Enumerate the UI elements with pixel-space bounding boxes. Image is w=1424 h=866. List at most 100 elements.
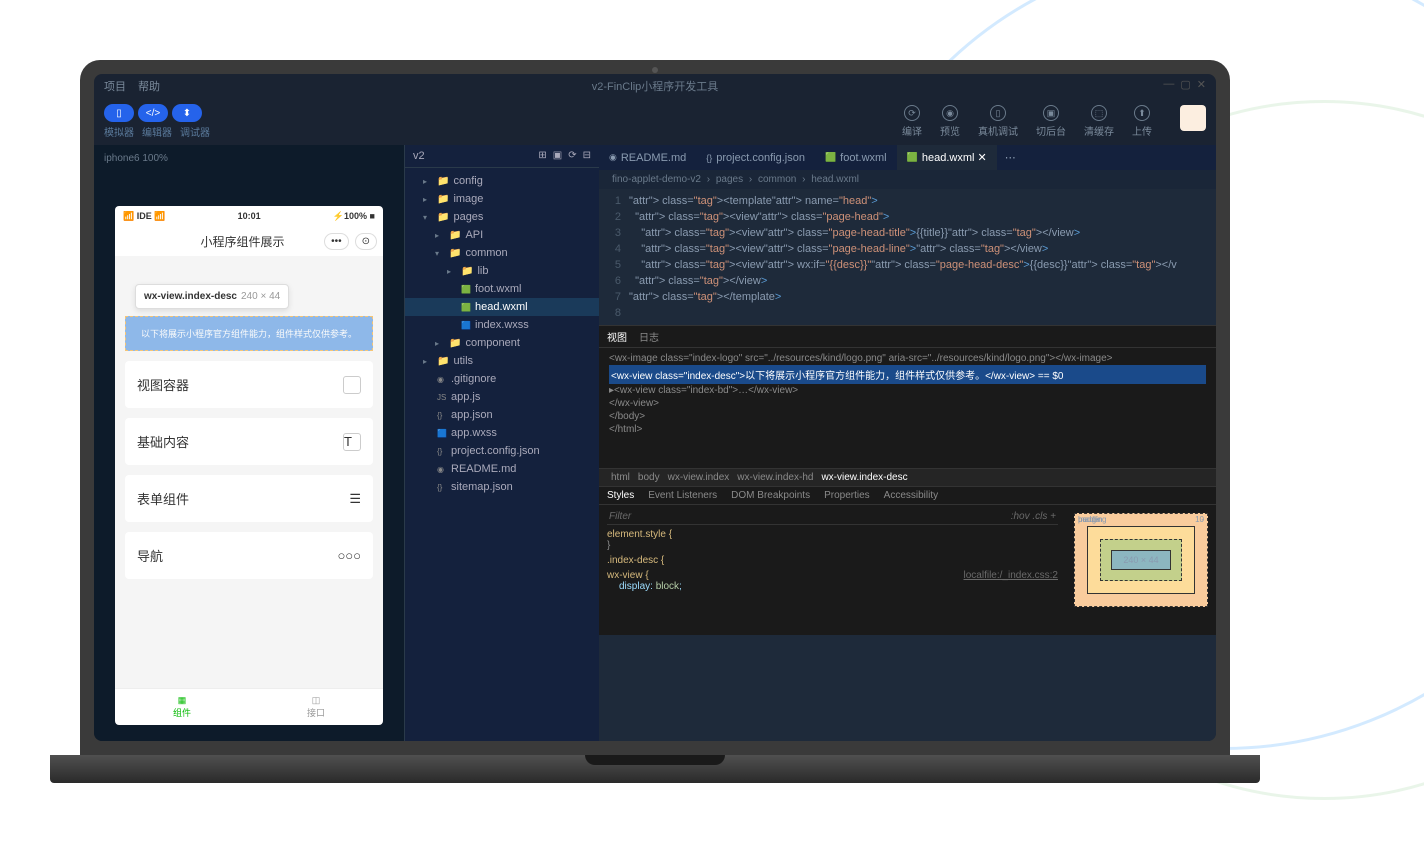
file-item[interactable]: 🟦app.wxss bbox=[405, 424, 599, 442]
element-node[interactable]: <wx-view class="index-desc">以下将展示小程序官方组件… bbox=[609, 365, 1206, 384]
folder-icon: 📁 bbox=[449, 230, 461, 241]
editor-tab[interactable]: 🟩 head.wxml ✕ bbox=[897, 145, 997, 170]
pill-label: 模拟器 bbox=[104, 124, 134, 139]
simulator-header: iphone6 100% bbox=[100, 151, 398, 166]
highlighted-element[interactable]: 以下将展示小程序官方组件能力，组件样式仅供参考。 bbox=[125, 316, 373, 351]
style-tab[interactable]: DOM Breakpoints bbox=[731, 490, 810, 501]
debugger-pill[interactable]: ⬍ bbox=[172, 104, 202, 122]
file-icon: 🟦 bbox=[437, 429, 447, 438]
menu-close-icon[interactable]: ⊙ bbox=[355, 233, 377, 250]
file-explorer: v2 ⊞ ▣ ⟳ ⊟ ▸📁config▸📁image▾📁pages▸📁API▾📁… bbox=[404, 145, 599, 741]
devtools-tab[interactable]: 视图 bbox=[607, 329, 627, 344]
style-tab[interactable]: Properties bbox=[824, 490, 870, 501]
toolbar-actions: ⟳编译 ◉预览 ▯真机调试 ▣切后台 ⬚清缓存 ⬆上传 bbox=[902, 105, 1206, 138]
editor-tab[interactable]: 🟩 foot.wxml bbox=[815, 145, 897, 170]
avatar-icon[interactable] bbox=[1180, 105, 1206, 131]
element-node[interactable]: </wx-view> bbox=[609, 397, 1206, 410]
folder-item[interactable]: ▸📁config bbox=[405, 172, 599, 190]
folder-icon: 📁 bbox=[437, 194, 449, 205]
folder-icon: 📁 bbox=[449, 338, 461, 349]
element-node[interactable]: <wx-image class="index-logo" src="../res… bbox=[609, 352, 1206, 365]
new-folder-icon[interactable]: ▣ bbox=[553, 150, 562, 162]
folder-item[interactable]: ▸📁image bbox=[405, 190, 599, 208]
window-title: v2-FinClip小程序开发工具 bbox=[592, 78, 719, 94]
style-tab[interactable]: Accessibility bbox=[884, 490, 938, 501]
box-model: margin10 border- padding- 240 × 44 bbox=[1066, 505, 1216, 635]
menu-project[interactable]: 项目 bbox=[104, 78, 126, 94]
elements-breadcrumb: htmlbodywx-view.indexwx-view.index-hdwx-… bbox=[599, 468, 1216, 487]
minimize-icon[interactable]: — bbox=[1163, 78, 1174, 94]
file-icon: ◉ bbox=[437, 375, 447, 384]
upload-action[interactable]: ⬆上传 bbox=[1132, 105, 1152, 138]
close-icon[interactable]: ✕ bbox=[1197, 78, 1206, 94]
styles-toggles[interactable]: :hov .cls + bbox=[1011, 511, 1056, 522]
project-root[interactable]: v2 bbox=[413, 150, 425, 162]
file-item[interactable]: 🟩head.wxml bbox=[405, 298, 599, 316]
folder-icon: 📁 bbox=[437, 356, 449, 367]
styles-panel[interactable]: Filter:hov .cls + element.style {}.index… bbox=[599, 505, 1066, 635]
folder-item[interactable]: ▸📁utils bbox=[405, 352, 599, 370]
list-item[interactable]: 导航○○○ bbox=[125, 532, 373, 579]
style-tab[interactable]: Styles bbox=[607, 490, 634, 501]
tab-component[interactable]: ▦组件 bbox=[115, 689, 249, 725]
refresh-icon[interactable]: ⟳ bbox=[568, 150, 576, 162]
file-icon: {} bbox=[437, 411, 447, 420]
folder-icon: 📁 bbox=[461, 266, 473, 277]
folder-item[interactable]: ▾📁pages bbox=[405, 208, 599, 226]
folder-item[interactable]: ▸📁component bbox=[405, 334, 599, 352]
code-editor[interactable]: 1"attr"> class="tag"><template"attr"> na… bbox=[599, 189, 1216, 325]
window-controls: — ▢ ✕ bbox=[1163, 78, 1206, 94]
file-item[interactable]: ◉.gitignore bbox=[405, 370, 599, 388]
ide-screen: 项目 帮助 v2-FinClip小程序开发工具 — ▢ ✕ ▯ </> ⬍ bbox=[94, 74, 1216, 741]
list-item[interactable]: 基础内容T bbox=[125, 418, 373, 465]
clear-cache-action[interactable]: ⬚清缓存 bbox=[1084, 105, 1114, 138]
menu-dots-icon[interactable]: ••• bbox=[324, 233, 349, 250]
folder-icon: 📁 bbox=[437, 212, 449, 223]
phone-tabbar: ▦组件 ◫接口 bbox=[115, 688, 383, 725]
file-item[interactable]: ◉README.md bbox=[405, 460, 599, 478]
text-icon: T bbox=[343, 433, 361, 451]
file-item[interactable]: 🟩foot.wxml bbox=[405, 280, 599, 298]
breadcrumb: fino-applet-demo-v2 › pages › common › h… bbox=[599, 170, 1216, 189]
styles-filter[interactable]: Filter bbox=[609, 511, 631, 522]
maximize-icon[interactable]: ▢ bbox=[1180, 78, 1190, 94]
background-action[interactable]: ▣切后台 bbox=[1036, 105, 1066, 138]
tabs-more-icon[interactable]: ⋯ bbox=[997, 145, 1024, 170]
editor-pill[interactable]: </> bbox=[138, 104, 168, 122]
list-item[interactable]: 视图容器 bbox=[125, 361, 373, 408]
elements-panel[interactable]: <wx-image class="index-logo" src="../res… bbox=[599, 348, 1216, 468]
collapse-icon[interactable]: ⊟ bbox=[583, 150, 591, 162]
compile-action[interactable]: ⟳编译 bbox=[902, 105, 922, 138]
style-tab[interactable]: Event Listeners bbox=[648, 490, 717, 501]
element-node[interactable]: </body> bbox=[609, 410, 1206, 423]
phone-frame: 📶 IDE 📶 10:01 ⚡100% ■ 小程序组件展示 •••⊙ wx-vi… bbox=[115, 206, 383, 725]
file-item[interactable]: {}project.config.json bbox=[405, 442, 599, 460]
simulator-pill[interactable]: ▯ bbox=[104, 104, 134, 122]
folder-item[interactable]: ▸📁API bbox=[405, 226, 599, 244]
editor-tab[interactable]: ◉ README.md bbox=[599, 145, 696, 170]
new-file-icon[interactable]: ⊞ bbox=[538, 150, 546, 162]
element-node[interactable]: </html> bbox=[609, 423, 1206, 436]
preview-action[interactable]: ◉预览 bbox=[940, 105, 960, 138]
file-icon: 🟩 bbox=[461, 303, 471, 312]
file-item[interactable]: JSapp.js bbox=[405, 388, 599, 406]
folder-item[interactable]: ▾📁common bbox=[405, 244, 599, 262]
folder-item[interactable]: ▸📁lib bbox=[405, 262, 599, 280]
editor-tab[interactable]: {} project.config.json bbox=[696, 145, 815, 170]
view-pills: ▯ </> ⬍ bbox=[104, 104, 210, 122]
file-icon: ◉ bbox=[437, 465, 447, 474]
styles-tabs: Styles Event Listeners DOM Breakpoints Prop… bbox=[599, 487, 1216, 505]
list-item[interactable]: 表单组件☰ bbox=[125, 475, 373, 522]
inspect-tooltip: wx-view.index-desc240 × 44 bbox=[135, 284, 289, 309]
devtools-tab[interactable]: 日志 bbox=[639, 329, 659, 344]
folder-icon: 📁 bbox=[437, 176, 449, 187]
folder-icon: 📁 bbox=[449, 248, 461, 259]
file-item[interactable]: {}app.json bbox=[405, 406, 599, 424]
menu-help[interactable]: 帮助 bbox=[138, 78, 160, 94]
element-node[interactable]: ▸<wx-view class="index-bd">…</wx-view> bbox=[609, 384, 1206, 397]
file-icon: JS bbox=[437, 393, 447, 402]
remote-debug-action[interactable]: ▯真机调试 bbox=[978, 105, 1018, 138]
tab-api[interactable]: ◫接口 bbox=[249, 689, 383, 725]
file-item[interactable]: 🟦index.wxss bbox=[405, 316, 599, 334]
file-item[interactable]: {}sitemap.json bbox=[405, 478, 599, 496]
